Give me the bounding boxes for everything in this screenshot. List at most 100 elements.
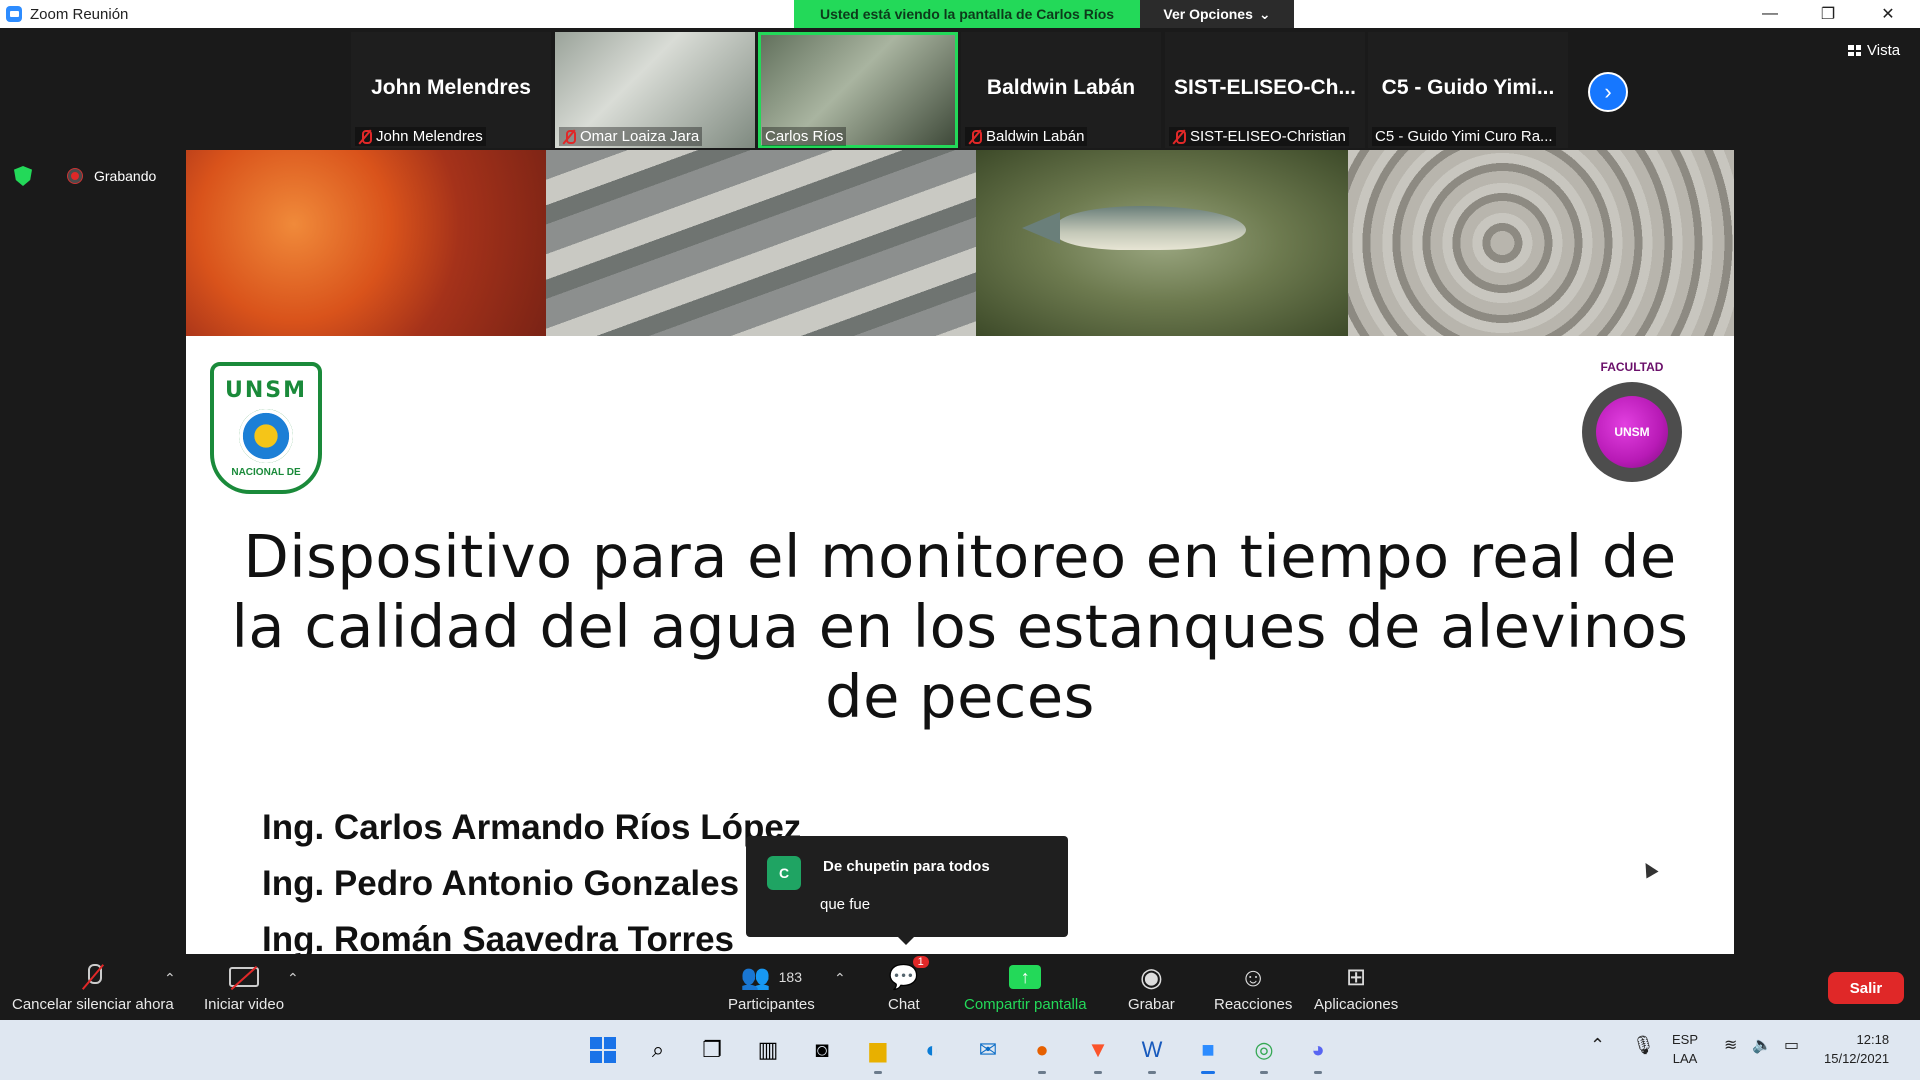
close-button[interactable]: ✕ <box>1860 0 1916 28</box>
windows-taskbar: ⌕ ❐ ▥ ◙ ▆ ◐ ✉ ● ▼ W ■ ◎ ◕ ⌃ 🎙 ESP LAA ≋ … <box>0 1020 1920 1080</box>
chat-label: Chat <box>888 996 920 1013</box>
logo-text: UNSM <box>224 378 307 403</box>
unsm-logo: UNSM NACIONAL DE <box>210 362 322 494</box>
participants-icon: 👥 <box>740 963 771 991</box>
chevron-up-icon[interactable]: ⌃ <box>1590 1036 1605 1055</box>
participant-tile[interactable]: John Melendres John Melendres <box>351 32 551 148</box>
author-line: Ing. Pedro Antonio Gonzales S <box>262 864 773 903</box>
view-layout-label: Vista <box>1867 42 1901 59</box>
share-screen-icon: ↑ <box>1009 965 1042 989</box>
mail-icon[interactable]: ✉ <box>970 1032 1006 1068</box>
unmute-button[interactable]: Cancelar silenciar ahora <box>12 960 174 1013</box>
chat-unread-badge: 1 <box>912 956 929 968</box>
word-icon[interactable]: W <box>1134 1032 1170 1074</box>
discord-icon[interactable]: ◕ <box>1300 1032 1336 1074</box>
security-shield-icon[interactable] <box>14 166 32 186</box>
firefox-icon[interactable]: ● <box>1024 1032 1060 1074</box>
search-icon[interactable]: ⌕ <box>640 1032 676 1068</box>
participants-button[interactable]: 👥 183 Participantes <box>728 960 815 1014</box>
chrome-icon[interactable]: ◎ <box>1246 1032 1282 1074</box>
view-options-label: Ver Opciones <box>1163 6 1253 22</box>
chat-notification[interactable]: C De chupetin para todos que fue <box>746 836 1068 945</box>
brave-icon[interactable]: ▼ <box>1080 1032 1116 1074</box>
microphone-icon[interactable]: 🎙 <box>1632 1036 1655 1055</box>
wifi-icon[interactable]: ≋ <box>1724 1036 1737 1055</box>
participant-tile[interactable]: SIST-ELISEO-Ch... SIST-ELISEO-Christian <box>1165 32 1365 148</box>
clock-date: 15/12/2021 <box>1824 1051 1890 1066</box>
language-code: ESP <box>1672 1032 1699 1047</box>
author-line: Ing. Román Saavedra Torres <box>262 920 735 954</box>
active-speaker-video-tile[interactable]: Carlos Ríos <box>758 32 958 148</box>
mic-muted-icon <box>1172 129 1186 145</box>
apps-icon: ⊞ <box>1346 963 1367 991</box>
chat-sender: De chupetin para todos <box>823 858 990 875</box>
record-icon: ◉ <box>1140 961 1163 992</box>
grid-view-icon <box>1848 45 1861 56</box>
minimize-button[interactable]: — <box>1742 0 1798 28</box>
unmute-label: Cancelar silenciar ahora <box>12 996 174 1013</box>
trout-fish-shape <box>1022 206 1246 250</box>
reactions-button[interactable]: ☺ Reacciones <box>1214 960 1293 1014</box>
avatar: C <box>767 856 801 890</box>
participant-label: Baldwin Labán <box>965 127 1088 146</box>
share-screen-button[interactable]: ↑ Compartir pantalla <box>964 960 1087 1013</box>
battery-icon[interactable]: ▭ <box>1784 1036 1799 1055</box>
tilapia-photo <box>546 150 976 336</box>
participant-label: Omar Loaiza Jara <box>559 127 703 146</box>
zoom-taskbar-icon[interactable]: ■ <box>1190 1032 1226 1074</box>
participant-video-tile[interactable]: Omar Loaiza Jara <box>555 32 755 148</box>
start-video-button[interactable]: Iniciar video <box>204 960 284 1013</box>
participant-name: Baldwin Labán <box>986 128 1085 145</box>
next-page-button[interactable]: › <box>1588 72 1628 112</box>
faculty-logo-center: UNSM <box>1596 396 1668 468</box>
reactions-label: Reacciones <box>1214 996 1293 1013</box>
participant-name: C5 - Guido Yimi Curo Ra... <box>1375 128 1553 145</box>
mic-muted-icon <box>968 129 982 145</box>
widgets-icon[interactable]: ▥ <box>750 1032 786 1068</box>
mic-muted-icon <box>358 129 372 145</box>
maximize-button[interactable]: ❐ <box>1800 0 1856 28</box>
participants-caret-icon[interactable]: ⌃ <box>834 970 846 987</box>
language-indicator[interactable]: ESP LAA <box>1672 1030 1698 1068</box>
window-title: Zoom Reunión <box>30 5 129 23</box>
shared-screen-slide: UNSM NACIONAL DE FACULTAD UNSM Dispositi… <box>186 150 1734 954</box>
audio-options-caret-icon[interactable]: ⌃ <box>164 970 176 987</box>
record-button[interactable]: ◉ Grabar <box>1128 960 1175 1014</box>
volume-icon[interactable]: 🔈 <box>1752 1036 1772 1055</box>
participant-display-name: SIST-ELISEO-Ch... <box>1173 76 1357 99</box>
participant-label: John Melendres <box>355 127 486 146</box>
video-options-caret-icon[interactable]: ⌃ <box>287 970 299 987</box>
faculty-logo-text: FACULTAD <box>1600 360 1664 374</box>
chat-message: que fue <box>820 896 871 913</box>
record-label: Grabar <box>1128 996 1175 1013</box>
leave-button[interactable]: Salir <box>1828 972 1904 1004</box>
mic-muted-icon <box>84 964 102 990</box>
participant-name: John Melendres <box>376 128 483 145</box>
authors-list: Ing. Carlos Armando Ríos López Ing. Pedr… <box>262 800 801 954</box>
recording-indicator: Grabando <box>14 166 156 186</box>
chevron-down-icon: ⌄ <box>1258 5 1271 22</box>
start-video-label: Iniciar video <box>204 996 285 1013</box>
participant-display-name: Baldwin Labán <box>986 76 1136 99</box>
windows-start-icon[interactable] <box>585 1032 621 1068</box>
participant-display-name: C5 - Guido Yimi... <box>1381 76 1555 99</box>
task-view-icon[interactable]: ❐ <box>694 1032 730 1068</box>
chevron-right-icon: › <box>1604 79 1612 104</box>
view-options-button[interactable]: Ver Opciones ⌄ <box>1140 0 1294 28</box>
chat-button[interactable]: 💬 1 Chat <box>888 956 929 1013</box>
view-layout-button[interactable]: Vista <box>1848 42 1900 59</box>
slide-title: Dispositivo para el monitoreo en tiempo … <box>231 522 1689 731</box>
edge-browser-icon[interactable]: ◐ <box>914 1032 950 1068</box>
mic-muted-icon <box>562 129 576 145</box>
chat-icon: 💬 <box>888 963 919 991</box>
participants-count: 183 <box>778 969 802 985</box>
file-explorer-icon[interactable]: ▆ <box>860 1032 896 1074</box>
teams-chat-icon[interactable]: ◙ <box>804 1032 840 1068</box>
apps-button[interactable]: ⊞ Aplicaciones <box>1314 960 1398 1014</box>
clock[interactable]: 12:18 15/12/2021 <box>1824 1030 1889 1068</box>
participant-tile[interactable]: Baldwin Labán Baldwin Labán <box>961 32 1161 148</box>
participant-tile[interactable]: C5 - Guido Yimi... C5 - Guido Yimi Curo … <box>1368 32 1568 148</box>
meeting-toolbar: Cancelar silenciar ahora ⌃ Iniciar video… <box>0 954 1920 1020</box>
recording-label: Grabando <box>94 168 157 184</box>
participant-label: C5 - Guido Yimi Curo Ra... <box>1372 127 1556 146</box>
